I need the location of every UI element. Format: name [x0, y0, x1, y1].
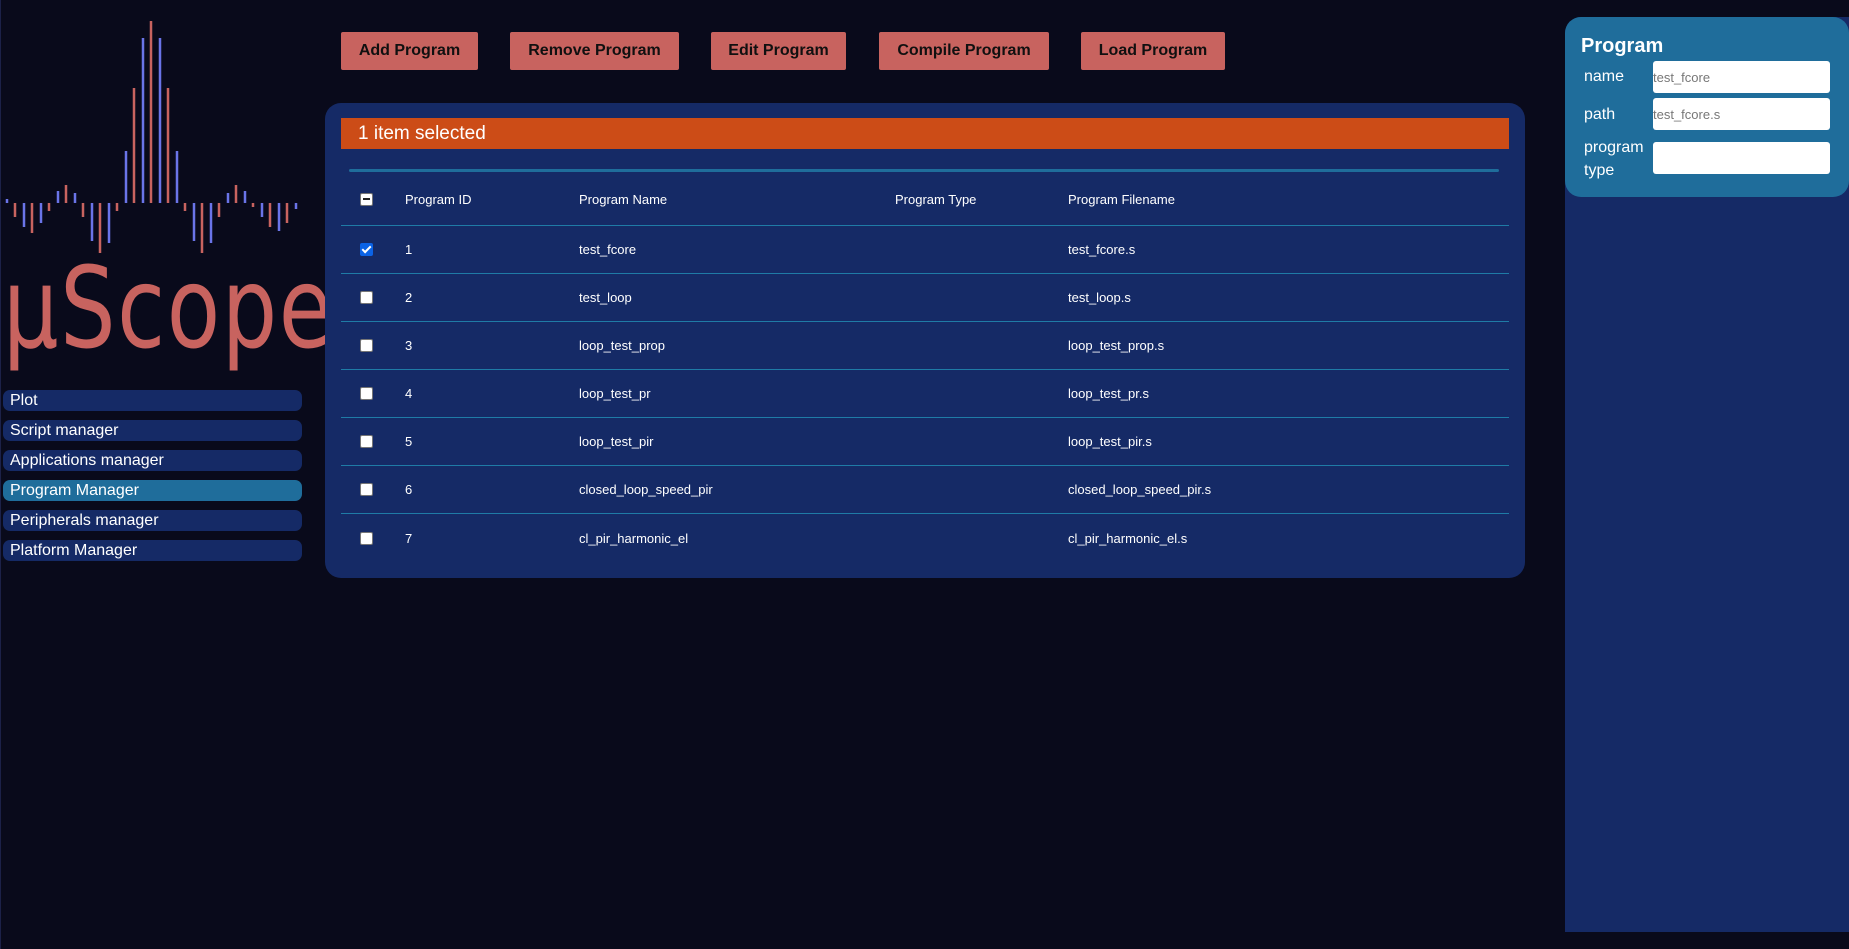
cell-program-id: 1 [405, 242, 413, 257]
cell-program-id: 2 [405, 290, 413, 305]
column-header-program-name[interactable]: Program Name [579, 173, 667, 225]
sidebar: µScope Plot Script manager Applications … [0, 0, 333, 949]
sidebar-nav: Plot Script manager Applications manager… [3, 390, 302, 570]
row-checkbox[interactable] [359, 435, 373, 448]
cell-program-name: loop_test_prop [579, 338, 666, 353]
table-row[interactable]: 7 cl_pir_harmonic_el cl_pir_harmonic_el.s [341, 514, 1509, 562]
row-checkbox[interactable] [359, 387, 373, 400]
column-header-program-id[interactable]: Program ID [405, 173, 471, 225]
name-label: name [1584, 68, 1625, 85]
row-checkbox[interactable] [359, 291, 373, 304]
cell-program-filename: closed_loop_speed_pir.s [1068, 482, 1212, 497]
table-top-divider [349, 169, 1499, 172]
sidebar-item-peripherals-manager[interactable]: Peripherals manager [3, 510, 302, 531]
row-checkbox[interactable] [359, 243, 373, 256]
cell-program-name: test_loop [579, 290, 632, 305]
cell-program-name: cl_pir_harmonic_el [579, 530, 689, 546]
select-all-checkbox[interactable] [359, 192, 373, 206]
cell-program-id: 7 [405, 530, 413, 546]
table-header-row: Program ID Program Name Program Type Pro… [341, 173, 1509, 226]
properties-title: Program [1581, 35, 1664, 57]
cell-program-id: 4 [405, 386, 413, 401]
cell-program-filename: loop_test_pr.s [1068, 386, 1149, 401]
cell-program-filename: test_fcore.s [1068, 242, 1136, 257]
program-table: Program ID Program Name Program Type Pro… [341, 173, 1509, 562]
table-body: 1 test_fcore test_fcore.s 2 test_loop test_lo… [341, 226, 1509, 562]
cell-program-id: 6 [405, 482, 413, 497]
edit-program-button[interactable]: Edit Program [711, 32, 846, 70]
sidebar-item-script-manager[interactable]: Script manager [3, 420, 302, 441]
cell-program-filename: cl_pir_harmonic_el.s [1068, 530, 1188, 546]
load-program-button[interactable]: Load Program [1081, 32, 1225, 70]
selection-banner: 1 item selected [341, 118, 1509, 149]
table-row[interactable]: 2 test_loop test_loop.s [341, 274, 1509, 322]
path-input[interactable] [1653, 98, 1830, 130]
logo: µScope [1, 15, 333, 380]
cell-program-filename: loop_test_pir.s [1068, 434, 1152, 449]
path-label: path [1584, 106, 1616, 123]
compile-program-button[interactable]: Compile Program [879, 32, 1049, 70]
cell-program-filename: test_loop.s [1068, 290, 1131, 305]
table-row[interactable]: 5 loop_test_pir loop_test_pir.s [341, 418, 1509, 466]
cell-program-name: loop_test_pir [579, 434, 654, 449]
add-program-button[interactable]: Add Program [341, 32, 478, 70]
cell-program-filename: loop_test_prop.s [1068, 338, 1165, 353]
column-header-program-filename[interactable]: Program Filename [1068, 173, 1175, 225]
name-input[interactable] [1653, 61, 1830, 93]
cell-program-name: closed_loop_speed_pir [579, 482, 713, 497]
column-header-program-type[interactable]: Program Type [895, 173, 976, 225]
row-checkbox[interactable] [359, 483, 373, 496]
program-table-panel: 1 item selected Program ID Program Name … [325, 103, 1525, 578]
logo-text: µScope [3, 244, 335, 374]
sidebar-item-plot[interactable]: Plot [3, 390, 302, 411]
program-type-label: program type [1584, 139, 1644, 179]
remove-program-button[interactable]: Remove Program [510, 32, 679, 70]
row-checkbox[interactable] [359, 531, 373, 545]
table-row[interactable]: 6 closed_loop_speed_pir closed_loop_speed_… [341, 466, 1509, 514]
row-checkbox[interactable] [359, 339, 373, 352]
table-row[interactable]: 4 loop_test_pr loop_test_pr.s [341, 370, 1509, 418]
sidebar-item-program-manager[interactable]: Program Manager [3, 480, 302, 501]
cell-program-name: test_fcore [579, 242, 637, 257]
cell-program-id: 5 [405, 434, 413, 449]
logo-waveform-icon [5, 21, 298, 253]
cell-program-id: 3 [405, 338, 413, 353]
sidebar-item-applications-manager[interactable]: Applications manager [3, 450, 302, 471]
cell-program-name: loop_test_pr [579, 386, 651, 401]
table-row[interactable]: 3 loop_test_prop loop_test_prop.s [341, 322, 1509, 370]
program-properties-card: Program name path program type [1565, 17, 1849, 197]
sidebar-item-platform-manager[interactable]: Platform Manager [3, 540, 302, 561]
program-type-input[interactable] [1653, 142, 1830, 174]
table-row[interactable]: 1 test_fcore test_fcore.s [341, 226, 1509, 274]
